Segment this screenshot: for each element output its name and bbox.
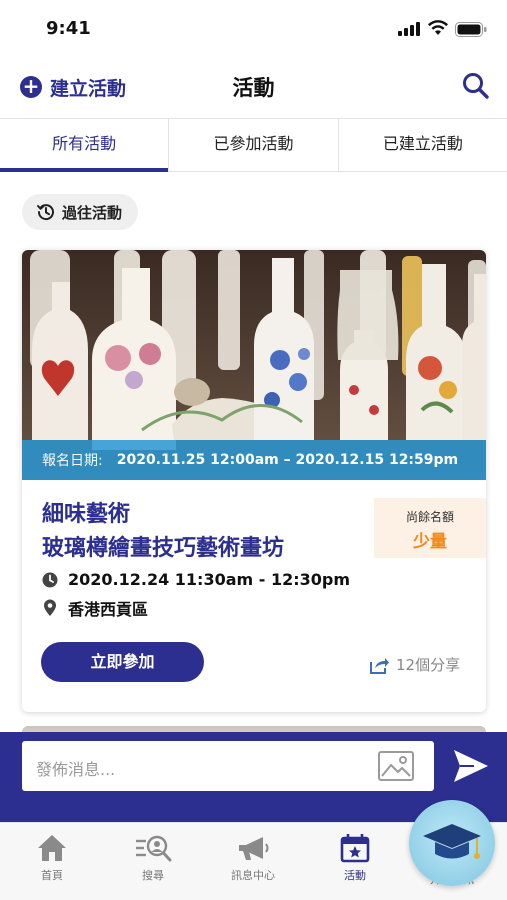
event-title[interactable]: 細味藝術 玻璃樽繪畫技巧藝術畫坊 <box>42 498 284 566</box>
nav-message-center-label: 訊息中心 <box>231 869 275 882</box>
share-button[interactable]: 12個分享 <box>368 654 460 675</box>
quota-badge: 尚餘名額 少量 <box>374 498 486 558</box>
event-location-row: 香港西貢區 <box>42 596 148 620</box>
post-message-input[interactable]: 發佈消息... <box>22 741 434 791</box>
status-bar: 9:41 <box>0 0 507 60</box>
event-card[interactable]: 報名日期: 2020.11.25 12:00am – 2020.12.15 12… <box>22 250 486 712</box>
location-pin-icon <box>44 599 56 616</box>
image-icon[interactable] <box>378 751 414 781</box>
quota-value: 少量 <box>413 532 447 552</box>
plus-circle-icon: + <box>20 76 42 98</box>
nav-search[interactable]: 搜尋 <box>103 823 203 900</box>
past-events-button[interactable]: 過往活動 <box>22 194 139 230</box>
graduation-cap-icon <box>423 824 481 859</box>
event-location: 香港西貢區 <box>68 600 149 619</box>
wifi-icon <box>428 20 448 35</box>
share-count: 12個分享 <box>396 656 461 674</box>
nav-home-label: 首頁 <box>41 869 63 882</box>
registration-dates: 2020.11.25 12:00am – 2020.12.15 12:59pm <box>116 452 459 468</box>
event-title-line2: 玻璃樽繪畫技巧藝術畫坊 <box>42 536 285 561</box>
nav-search-label: 搜尋 <box>142 869 164 882</box>
nav-home[interactable]: 首頁 <box>2 823 102 900</box>
registration-bar: 報名日期: 2020.11.25 12:00am – 2020.12.15 12… <box>22 440 486 480</box>
further-study-fab[interactable] <box>409 800 495 886</box>
tab-all-events[interactable]: 所有活動 <box>0 119 169 172</box>
quota-label: 尚餘名額 <box>405 510 454 524</box>
search-icon[interactable] <box>460 70 492 102</box>
home-icon <box>38 835 66 861</box>
megaphone-icon <box>239 837 269 860</box>
create-event-button[interactable]: + 建立活動 <box>20 72 126 102</box>
send-icon[interactable] <box>452 748 490 784</box>
nav-message-center[interactable]: 訊息中心 <box>203 823 303 900</box>
event-tabs: 所有活動 已參加活動 已建立活動 <box>0 118 507 172</box>
clock-icon <box>42 572 58 587</box>
create-event-label: 建立活動 <box>50 77 127 100</box>
past-events-label: 過往活動 <box>62 203 123 222</box>
join-now-button[interactable]: 立即參加 <box>41 642 204 682</box>
history-icon <box>37 204 54 221</box>
tab-created-events[interactable]: 已建立活動 <box>337 119 507 171</box>
calendar-star-icon <box>340 834 370 863</box>
page-title: 活動 <box>232 76 275 100</box>
post-message-placeholder: 發佈消息... <box>36 760 116 779</box>
event-datetime-row: 2020.12.24 11:30am - 12:30pm <box>42 570 350 589</box>
share-icon <box>370 657 389 674</box>
app-header: + 建立活動 活動 <box>0 60 507 118</box>
event-datetime: 2020.12.24 11:30am - 12:30pm <box>68 570 351 589</box>
signal-icon <box>398 22 420 36</box>
search-people-icon <box>136 835 172 862</box>
registration-label: 報名日期: <box>42 453 103 469</box>
nav-events[interactable]: 活動 <box>305 823 405 900</box>
nav-events-label: 活動 <box>344 869 366 882</box>
app-screen: 9:41 + 建立活動 活動 所有活動 已參加活動 已建立活動 過往活動 報名日… <box>0 0 507 900</box>
battery-icon <box>455 22 487 37</box>
status-time: 9:41 <box>46 18 91 39</box>
tab-joined-events[interactable]: 已參加活動 <box>168 119 337 171</box>
event-title-line1: 細味藝術 <box>42 502 131 527</box>
